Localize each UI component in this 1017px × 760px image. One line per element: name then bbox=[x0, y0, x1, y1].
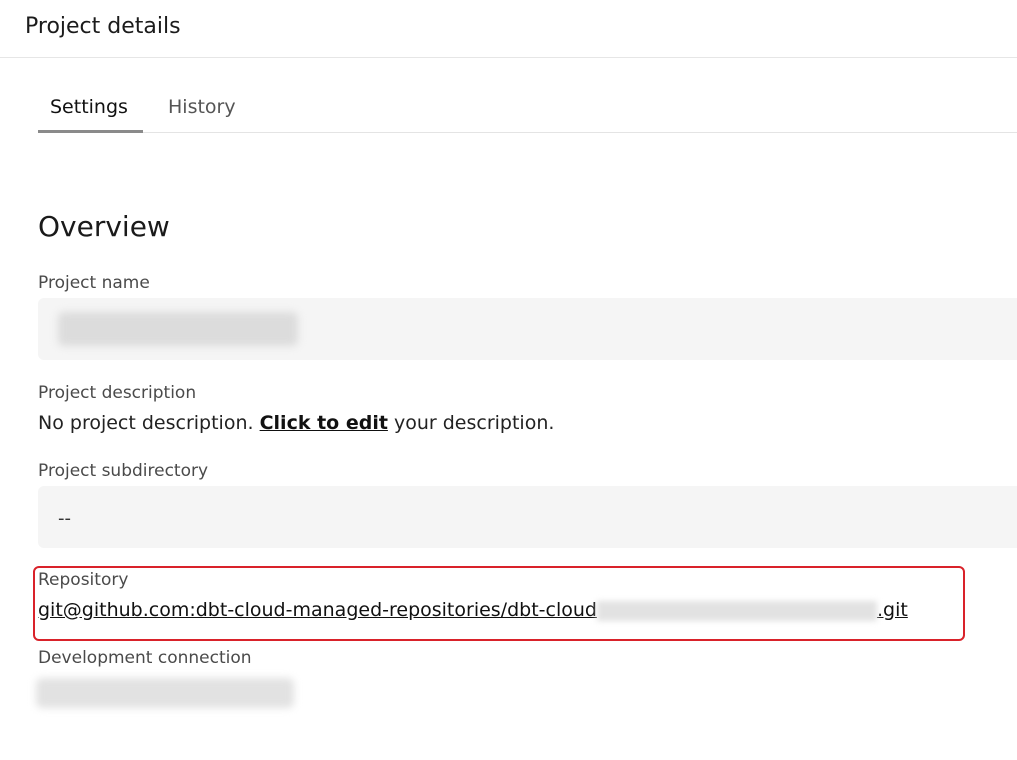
tab-settings[interactable]: Settings bbox=[50, 96, 128, 118]
overview-heading: Overview bbox=[38, 210, 170, 243]
tab-history[interactable]: History bbox=[168, 96, 236, 118]
description-text-after: your description. bbox=[387, 412, 555, 434]
active-tab-indicator bbox=[38, 130, 143, 133]
project-description-text: No project description. Click to edit yo… bbox=[38, 412, 554, 434]
repository-url-prefix[interactable]: git@github.com:dbt-cloud-managed-reposit… bbox=[38, 599, 597, 621]
tab-bar: Settings History bbox=[38, 84, 1017, 133]
redacted-project-name bbox=[58, 312, 298, 346]
project-name-label: Project name bbox=[38, 273, 150, 293]
project-subdirectory-label: Project subdirectory bbox=[38, 461, 209, 481]
repository-link[interactable]: git@github.com:dbt-cloud-managed-reposit… bbox=[38, 599, 908, 621]
page-header: Project details bbox=[0, 0, 1017, 58]
repository-url-suffix[interactable]: .git bbox=[877, 599, 908, 621]
description-text-before: No project description. bbox=[38, 412, 260, 434]
page-title: Project details bbox=[25, 14, 181, 39]
project-subdirectory-field[interactable]: -- bbox=[38, 486, 1017, 548]
project-subdirectory-value: -- bbox=[58, 508, 71, 529]
redacted-repository-segment bbox=[596, 600, 877, 621]
project-description-label: Project description bbox=[38, 383, 197, 403]
project-name-field[interactable] bbox=[38, 298, 1017, 360]
click-to-edit-link[interactable]: Click to edit bbox=[260, 412, 388, 434]
redacted-development-connection bbox=[36, 678, 294, 708]
repository-label: Repository bbox=[38, 570, 129, 590]
development-connection-label: Development connection bbox=[38, 648, 252, 668]
